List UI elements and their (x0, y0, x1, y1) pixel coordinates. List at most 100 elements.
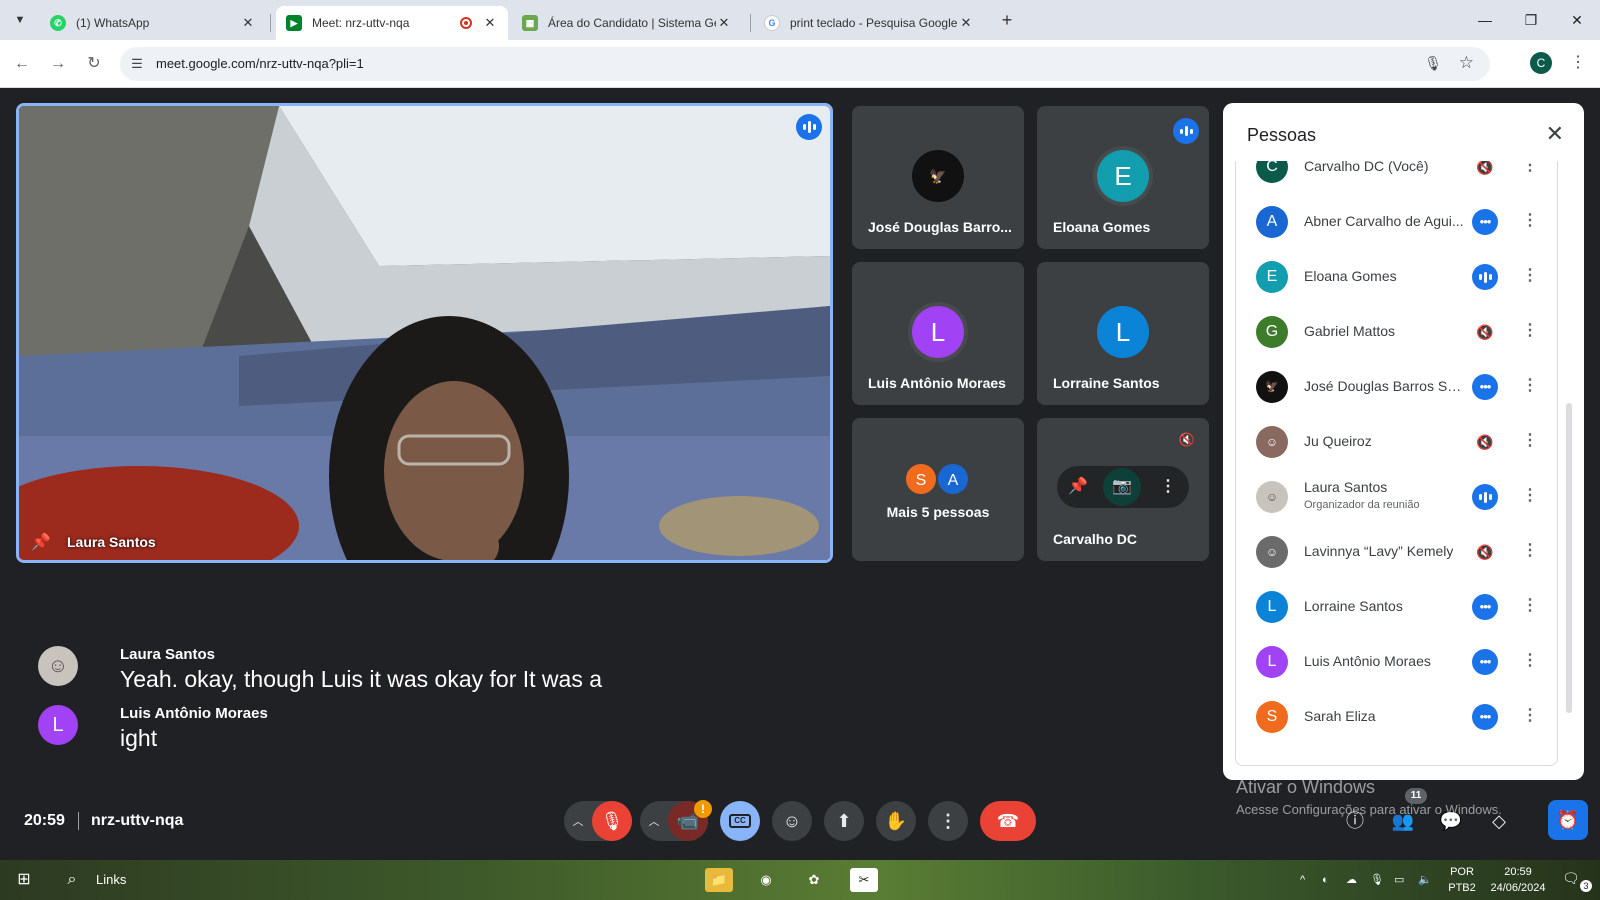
people-icon[interactable]: 👥 (1388, 806, 1418, 836)
participant-list[interactable]: C Carvalho DC (Você) 🔇 ⋮ A Abner Carvalh… (1235, 161, 1558, 766)
mic-off-icon[interactable]: 🎙 (592, 801, 632, 841)
more-options-button[interactable]: ⋮ (928, 801, 968, 841)
back-arrow-icon[interactable]: ← (10, 52, 34, 76)
tab-whatsapp[interactable]: ✆ (1) WhatsApp ✕ (40, 6, 266, 40)
more-options-icon[interactable]: ⋮ (1522, 430, 1538, 450)
tab-search-dropdown-icon[interactable]: ▼ (8, 8, 32, 32)
site-settings-icon[interactable]: ☰ (128, 55, 146, 73)
more-participants-tile[interactable]: S A Mais 5 pessoas (852, 418, 1024, 561)
host-controls-icon[interactable]: ⏰ (1548, 800, 1588, 840)
more-options-icon[interactable]: ⋮ (1522, 485, 1538, 505)
taskbar-clock[interactable]: 20:59 24/06/2024 (1486, 864, 1550, 896)
main-video-tile[interactable]: 📌 Laura Santos (16, 103, 833, 563)
more-options-icon[interactable]: ⋮ (1522, 320, 1538, 340)
list-item[interactable]: C Carvalho DC (Você) 🔇 ⋮ (1236, 161, 1557, 195)
chrome-icon[interactable]: ◉ (752, 868, 780, 892)
tray-app-icon[interactable]: ◐ (1322, 872, 1329, 888)
self-video-tile[interactable]: 🔇 📌 📷 ⋮ Carvalho DC (1037, 418, 1209, 561)
more-options-icon[interactable]: ⋮ (1522, 595, 1538, 615)
google-meet-icon: ▶ (286, 15, 302, 31)
browser-menu-icon[interactable]: ⋮ (1570, 52, 1586, 72)
more-options-icon[interactable]: ⋮ (1522, 650, 1538, 670)
raise-hand-button[interactable]: ✋ (876, 801, 916, 841)
present-screen-button[interactable]: ⬆ (824, 801, 864, 841)
file-explorer-icon[interactable]: 📁 (705, 868, 733, 892)
camera-effects-icon[interactable]: 📷 (1103, 468, 1141, 506)
close-tab-icon[interactable]: ✕ (240, 15, 256, 31)
leave-call-button[interactable]: ☎ (980, 801, 1036, 841)
url-text[interactable]: meet.google.com/nrz-uttv-nqa?pli=1 (156, 56, 364, 71)
list-item[interactable]: L Lorraine Santos ••• ⋮ (1236, 579, 1557, 635)
list-item[interactable]: S Sarah Eliza ••• ⋮ (1236, 689, 1557, 745)
more-options-icon[interactable]: ⋮ (1522, 705, 1538, 725)
bookmark-star-icon[interactable]: ☆ (1459, 53, 1474, 73)
reactions-button[interactable]: ☺ (772, 801, 812, 841)
address-bar[interactable]: ☰ meet.google.com/nrz-uttv-nqa?pli=1 🎙 ☆ (120, 47, 1490, 81)
more-options-icon[interactable]: ⋮ (1522, 210, 1538, 230)
search-icon[interactable]: ⌕ (60, 868, 84, 892)
close-icon[interactable]: ✕ (1546, 121, 1564, 147)
windows-taskbar: ⊞ ⌕ Links 📁 ◉ ✿ ✂ ^ ◐ ☁ 🎙 ▭ 🔈 POR PTB2 2… (0, 860, 1600, 900)
captions-button[interactable]: CC (720, 801, 760, 841)
capcut-icon[interactable]: ✂ (850, 868, 878, 892)
tab-title: Área do Candidato | Sistema Ge (548, 16, 716, 30)
more-participants-label: Mais 5 pessoas (886, 504, 990, 520)
windows-start-icon[interactable]: ⊞ (12, 868, 36, 892)
caption-text: Yeah. okay, though Luis it was okay for … (120, 666, 603, 692)
profile-avatar[interactable]: C (1530, 52, 1552, 74)
volume-muted-icon[interactable]: 🔈 (1418, 872, 1432, 888)
tray-chevron-icon[interactable]: ^ (1300, 872, 1305, 888)
list-item[interactable]: E Eloana Gomes ⋮ (1236, 249, 1557, 305)
network-icon[interactable]: ▭ (1394, 872, 1404, 888)
microphone-icon[interactable]: 🎙 (1424, 55, 1442, 72)
minimize-window-button[interactable]: — (1470, 8, 1500, 32)
more-options-icon[interactable]: ⋮ (1522, 540, 1538, 560)
list-item[interactable]: ☺ Lavinnya “Lavy” Kemely 🔇 ⋮ (1236, 524, 1557, 580)
audio-options-chevron-icon[interactable]: ︿ (564, 813, 592, 829)
list-item[interactable]: A Abner Carvalho de Agui... ••• ⋮ (1236, 194, 1557, 250)
app-icon[interactable]: ✿ (800, 868, 828, 892)
activities-icon[interactable]: ◇ (1484, 806, 1514, 836)
close-tab-icon[interactable]: ✕ (958, 15, 974, 31)
new-tab-button[interactable]: + (995, 8, 1019, 32)
scrollbar[interactable] (1566, 403, 1572, 713)
more-options-icon[interactable]: ⋮ (1155, 474, 1181, 500)
tab-google-meet[interactable]: ▶ Meet: nrz-uttv-nqa ✕ (276, 6, 508, 40)
list-item[interactable]: 🦅 José Douglas Barros Silva ••• ⋮ (1236, 359, 1557, 415)
participant-name: Luis Antônio Moraes (1304, 653, 1431, 669)
participant-name: Eloana Gomes (1053, 219, 1151, 235)
close-tab-icon[interactable]: ✕ (482, 15, 498, 31)
taskbar-links-label[interactable]: Links (96, 868, 136, 892)
audio-status-icon: ••• (1472, 374, 1498, 400)
close-tab-icon[interactable]: ✕ (716, 15, 732, 31)
onedrive-icon[interactable]: ☁ (1346, 872, 1357, 888)
microphone-icon[interactable]: 🎙 (1370, 872, 1384, 888)
video-options-chevron-icon[interactable]: ︿ (640, 813, 668, 829)
participant-tile[interactable]: 🦅 José Douglas Barro... (852, 106, 1024, 249)
list-item[interactable]: ☺ Laura Santos Organizador da reunião ⋮ (1236, 469, 1557, 525)
language-indicator[interactable]: POR PTB2 (1444, 864, 1480, 896)
more-options-icon[interactable]: ⋮ (1522, 161, 1538, 175)
participant-tile[interactable]: L Lorraine Santos (1037, 262, 1209, 405)
list-item[interactable]: L Luis Antônio Moraes ••• ⋮ (1236, 634, 1557, 690)
more-options-icon[interactable]: ⋮ (1522, 375, 1538, 395)
chat-icon[interactable]: 💬 (1436, 806, 1466, 836)
list-item[interactable]: G Gabriel Mattos 🔇 ⋮ (1236, 304, 1557, 360)
list-item[interactable]: ☺ Ju Queiroz 🔇 ⋮ (1236, 414, 1557, 470)
pin-icon[interactable]: 📌 (31, 532, 51, 552)
reload-icon[interactable]: ↻ (82, 52, 106, 76)
camera-alert-badge: ! (694, 800, 712, 818)
whatsapp-icon: ✆ (50, 15, 66, 31)
pin-icon[interactable]: 📌 (1065, 474, 1091, 500)
tab-google-search[interactable]: G print teclado - Pesquisa Google ✕ (754, 6, 984, 40)
participant-tile[interactable]: E Eloana Gomes (1037, 106, 1209, 249)
microphone-control[interactable]: ︿ 🎙 (564, 801, 632, 841)
more-options-icon[interactable]: ⋮ (1522, 265, 1538, 285)
notification-center-icon[interactable]: 🗨 (1562, 870, 1580, 886)
tab-area-do-candidato[interactable]: ▦ Área do Candidato | Sistema Ge ✕ (512, 6, 742, 40)
meeting-info-icon[interactable]: ⓘ (1340, 806, 1370, 836)
forward-arrow-icon[interactable]: → (46, 52, 70, 76)
participant-tile[interactable]: L Luis Antônio Moraes (852, 262, 1024, 405)
close-window-button[interactable]: ✕ (1562, 8, 1592, 32)
restore-window-button[interactable]: ❐ (1516, 8, 1546, 32)
